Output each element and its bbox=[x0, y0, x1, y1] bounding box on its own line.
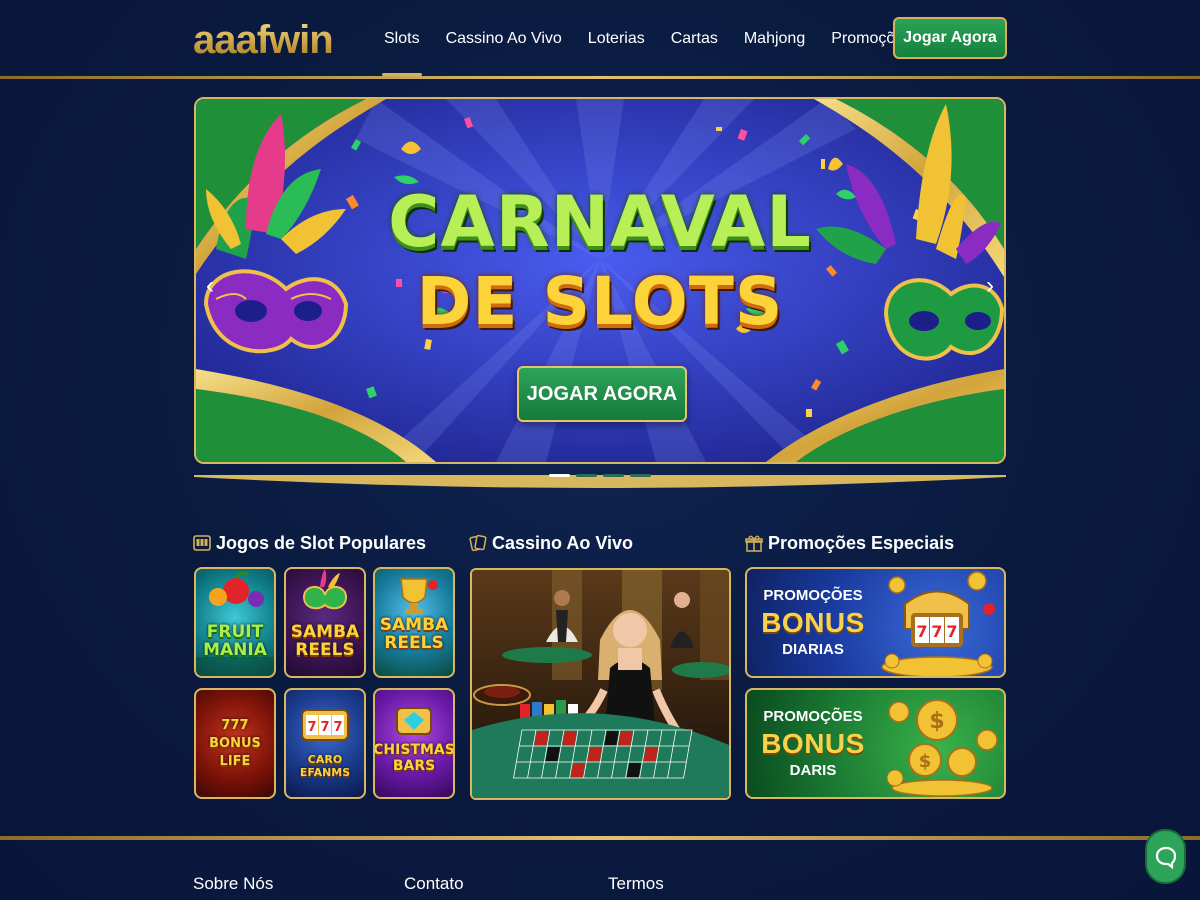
svg-text:7: 7 bbox=[307, 720, 316, 735]
svg-text:$: $ bbox=[929, 709, 944, 734]
game-title: 777 BONUS LIFE bbox=[209, 717, 261, 769]
svg-text:7: 7 bbox=[931, 622, 942, 641]
promo-line1: PROMOÇÕES bbox=[763, 587, 863, 604]
game-tile-6[interactable]: CHISTMAS BARS bbox=[373, 688, 455, 799]
promo-line1: PROMOÇÕES bbox=[763, 708, 863, 725]
promo-line3: DARIS bbox=[789, 762, 837, 779]
footer-link-about[interactable]: Sobre Nós bbox=[193, 874, 273, 894]
promo-line2: BONUS bbox=[761, 728, 865, 759]
nav-item-lotteries[interactable]: Loterias bbox=[588, 0, 645, 78]
hero-title-line1: CARNAVAL bbox=[388, 181, 812, 263]
live-casino-card[interactable] bbox=[470, 568, 731, 800]
live-dealer-scene bbox=[472, 570, 729, 798]
hero-banner[interactable]: CARNAVAL DE SLOTS JOGAR AGORA ‹ › bbox=[194, 97, 1006, 464]
carousel-dot-4[interactable] bbox=[630, 474, 651, 477]
game-tile-2[interactable]: SAMBA REELS bbox=[284, 567, 366, 678]
svg-text:7: 7 bbox=[916, 622, 927, 641]
game-title: SAMBA REELS bbox=[379, 614, 449, 653]
section-title-slots: Jogos de Slot Populares bbox=[193, 531, 426, 555]
brand-logo[interactable]: aaafwin bbox=[193, 18, 334, 62]
game-tile-5[interactable]: 7 7 7 CARO EFANMS bbox=[284, 688, 366, 799]
promo-line2: BONUS bbox=[761, 607, 865, 638]
section-title-live: Cassino Ao Vivo bbox=[469, 531, 633, 555]
play-now-button[interactable]: Jogar Agora bbox=[893, 17, 1007, 59]
carousel-dot-3[interactable] bbox=[603, 474, 624, 477]
carousel-prev-icon[interactable]: ‹ bbox=[198, 269, 222, 303]
nav-item-cards[interactable]: Cartas bbox=[671, 0, 718, 78]
nav-item-mahjong[interactable]: Mahjong bbox=[744, 0, 805, 78]
hero-play-button[interactable]: JOGAR AGORA bbox=[517, 366, 687, 422]
game-tile-1[interactable]: FRUIT MANIA bbox=[194, 567, 276, 678]
promo-line3: DIARIAS bbox=[782, 641, 844, 658]
section-title-promos: Promoções Especiais bbox=[745, 531, 954, 555]
carousel-next-icon[interactable]: › bbox=[978, 269, 1002, 303]
header-divider bbox=[0, 76, 1200, 79]
slot-reels-icon: 7 7 7 bbox=[301, 709, 349, 741]
main-nav: Slots Cassino Ao Vivo Loterias Cartas Ma… bbox=[372, 0, 938, 78]
chat-bubble-icon bbox=[1155, 846, 1176, 869]
nav-item-live-casino[interactable]: Cassino Ao Vivo bbox=[446, 0, 562, 78]
gift-icon bbox=[745, 535, 763, 552]
carousel-dots bbox=[549, 474, 651, 477]
section-title-promos-label: Promoções Especiais bbox=[768, 532, 955, 553]
game-title: SAMBA REELS bbox=[290, 621, 360, 660]
footer-link-terms[interactable]: Termos bbox=[608, 874, 664, 894]
game-title: CARO EFANMS bbox=[299, 752, 351, 779]
game-title: FRUIT MANIA bbox=[203, 621, 267, 660]
svg-text:7: 7 bbox=[333, 720, 342, 735]
footer-link-contact[interactable]: Contato bbox=[404, 874, 464, 894]
section-title-live-label: Cassino Ao Vivo bbox=[492, 532, 634, 553]
slot-machine-coins-icon: 7 7 7 bbox=[881, 571, 995, 676]
game-tile-3[interactable]: SAMBA REELS bbox=[373, 567, 455, 678]
svg-text:$: $ bbox=[919, 751, 932, 772]
svg-text:7: 7 bbox=[946, 622, 957, 641]
top-header: aaafwin Slots Cassino Ao Vivo Loterias C… bbox=[0, 0, 1200, 79]
carousel-dot-1[interactable] bbox=[549, 474, 570, 477]
hero-title-line2: DE SLOTS bbox=[416, 263, 784, 340]
promo-card-daily-bonus[interactable]: 7 7 7 PROMOÇÕES BONUS DIARIAS bbox=[745, 567, 1006, 678]
nav-item-slots[interactable]: Slots bbox=[382, 0, 422, 78]
footer-divider bbox=[0, 836, 1200, 840]
slot-machine-icon bbox=[193, 535, 211, 551]
carousel-dot-2[interactable] bbox=[576, 474, 597, 477]
gold-coins-icon: $ $ bbox=[886, 699, 998, 797]
svg-text:7: 7 bbox=[320, 720, 329, 735]
playing-cards-icon bbox=[469, 534, 487, 552]
section-title-slots-label: Jogos de Slot Populares bbox=[216, 532, 427, 553]
promo-card-bonus[interactable]: $ $ PROMOÇÕES BONUS DARIS bbox=[745, 688, 1006, 799]
game-title: CHISTMAS BARS bbox=[373, 741, 455, 774]
chat-button[interactable] bbox=[1145, 829, 1186, 884]
game-tile-4[interactable]: 777 BONUS LIFE bbox=[194, 688, 276, 799]
